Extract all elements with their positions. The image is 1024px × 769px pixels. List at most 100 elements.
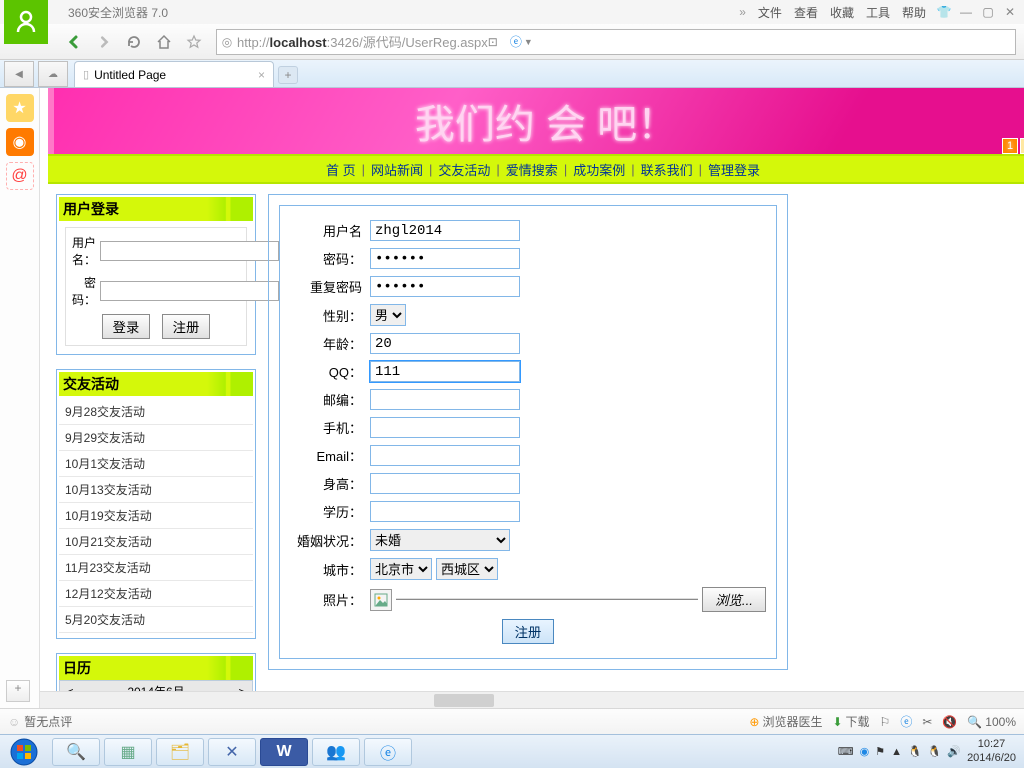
- input-zip[interactable]: [370, 389, 520, 410]
- menu-more-icon[interactable]: »: [739, 5, 746, 19]
- minimize-icon[interactable]: —: [956, 3, 976, 21]
- home-button[interactable]: [150, 28, 178, 56]
- status-zoom[interactable]: 🔍100%: [967, 715, 1016, 729]
- calendar-title: 日历: [59, 656, 253, 680]
- activity-item[interactable]: 10月13交友活动: [59, 477, 253, 503]
- lbl-username: 用户名: [290, 221, 362, 240]
- lbl-marital: 婚姻状况：: [290, 531, 362, 550]
- nav-home[interactable]: 首 页: [326, 160, 356, 179]
- status-doctor[interactable]: ⊕浏览器医生: [749, 713, 822, 730]
- menu-favorites[interactable]: 收藏: [830, 4, 854, 21]
- login-title: 用户登录: [59, 197, 253, 221]
- back-button[interactable]: [60, 28, 88, 56]
- banner-page-2[interactable]: 2: [1020, 138, 1024, 154]
- upload-bar: [396, 598, 698, 601]
- forward-button[interactable]: [90, 28, 118, 56]
- rail-add-icon[interactable]: +: [6, 680, 30, 702]
- menu-file[interactable]: 文件: [758, 4, 782, 21]
- input-age[interactable]: [370, 333, 520, 354]
- tray-shield-icon[interactable]: ◉: [860, 745, 870, 758]
- input-phone[interactable]: [370, 417, 520, 438]
- browse-button[interactable]: 浏览...: [702, 587, 766, 612]
- activity-item[interactable]: 12月12交友活动: [59, 581, 253, 607]
- tray-keyboard-icon[interactable]: ⌨: [838, 745, 854, 758]
- select-gender[interactable]: 男: [370, 304, 406, 326]
- menu-tools[interactable]: 工具: [866, 4, 890, 21]
- activity-item[interactable]: 10月21交友活动: [59, 529, 253, 555]
- rail-weibo-icon[interactable]: ◉: [6, 128, 34, 156]
- input-qq[interactable]: [370, 361, 520, 382]
- tab-cloud-icon[interactable]: ☁: [38, 61, 68, 87]
- nav-activities[interactable]: 交友活动: [438, 160, 490, 179]
- tray-flag-icon[interactable]: ⚑: [875, 745, 885, 758]
- input-height[interactable]: [370, 473, 520, 494]
- menu-help[interactable]: 帮助: [902, 4, 926, 21]
- tab-back-icon[interactable]: ◀: [4, 61, 34, 87]
- rail-star-icon[interactable]: ★: [6, 94, 34, 122]
- tray-chevron-icon[interactable]: ▲: [891, 746, 902, 758]
- lbl-phone: 手机：: [290, 418, 362, 437]
- translate-icon[interactable]: ⊡: [488, 35, 498, 49]
- status-ie-icon[interactable]: ⓔ: [900, 713, 912, 730]
- nav-cases[interactable]: 成功案例: [573, 160, 625, 179]
- activity-item[interactable]: 9月29交友活动: [59, 425, 253, 451]
- rail-at-icon[interactable]: @: [6, 162, 34, 190]
- activity-item[interactable]: 11月23交友活动: [59, 555, 253, 581]
- select-marital[interactable]: 未婚: [370, 529, 510, 551]
- activity-item[interactable]: 10月1交友活动: [59, 451, 253, 477]
- taskbar-app-3[interactable]: 👥: [312, 738, 360, 766]
- taskbar-ie[interactable]: ⓔ: [364, 738, 412, 766]
- refresh-button[interactable]: [120, 28, 148, 56]
- activity-item[interactable]: 9月28交友活动: [59, 399, 253, 425]
- clock[interactable]: 10:27 2014/6/20: [967, 738, 1016, 764]
- nav-admin[interactable]: 管理登录: [708, 160, 760, 179]
- input-password[interactable]: [370, 248, 520, 269]
- horizontal-scrollbar[interactable]: [40, 691, 1024, 708]
- skin-icon[interactable]: 👕: [934, 3, 954, 21]
- taskbar-app-2[interactable]: ✕: [208, 738, 256, 766]
- tab-close-icon[interactable]: ×: [258, 68, 265, 82]
- taskbar-word[interactable]: W: [260, 738, 308, 766]
- nav-contact[interactable]: 联系我们: [641, 160, 693, 179]
- input-username[interactable]: [370, 220, 520, 241]
- status-scissor-icon[interactable]: ✂: [922, 715, 932, 729]
- submit-button[interactable]: 注册: [502, 619, 555, 644]
- star-button[interactable]: [180, 28, 208, 56]
- lbl-qq: QQ：: [290, 362, 362, 381]
- taskbar-app-1[interactable]: ▦: [104, 738, 152, 766]
- ie-mode-icon[interactable]: ⓔ: [510, 33, 522, 50]
- nav-search[interactable]: 爱情搜索: [506, 160, 558, 179]
- select-city-1[interactable]: 北京市: [370, 558, 432, 580]
- main-nav: 首 页| 网站新闻| 交友活动| 爱情搜索| 成功案例| 联系我们| 管理登录: [48, 154, 1024, 184]
- status-sound-icon[interactable]: 🔇: [942, 715, 957, 729]
- dropdown-icon[interactable]: ▼: [524, 37, 533, 47]
- login-register-button[interactable]: 注册: [162, 314, 211, 339]
- select-city-2[interactable]: 西城区: [436, 558, 498, 580]
- menu-view[interactable]: 查看: [794, 4, 818, 21]
- new-tab-button[interactable]: +: [278, 66, 298, 84]
- tab-active[interactable]: ▯ Untitled Page ×: [74, 61, 274, 87]
- status-download[interactable]: ⬇下载: [832, 713, 869, 730]
- input-email[interactable]: [370, 445, 520, 466]
- taskbar-explorer[interactable]: 🗂: [156, 738, 204, 766]
- input-edu[interactable]: [370, 501, 520, 522]
- status-flag-icon[interactable]: ⚐: [880, 715, 891, 729]
- status-left-text: 暂无点评: [24, 713, 72, 730]
- start-button[interactable]: [0, 735, 48, 769]
- activity-item[interactable]: 5月20交友活动: [59, 607, 253, 633]
- login-username-input[interactable]: [100, 241, 279, 261]
- close-icon[interactable]: ✕: [1000, 3, 1020, 21]
- input-confirm[interactable]: [370, 276, 520, 297]
- login-user-label: 用户名：: [72, 234, 96, 268]
- tray-qq-2-icon[interactable]: 🐧: [928, 745, 942, 758]
- maximize-icon[interactable]: ▢: [978, 3, 998, 21]
- address-bar[interactable]: ◎ http://localhost:3426/源代码/UserReg.aspx…: [216, 29, 1016, 55]
- tray-qq-1-icon[interactable]: 🐧: [908, 745, 922, 758]
- login-password-input[interactable]: [100, 281, 279, 301]
- nav-news[interactable]: 网站新闻: [371, 160, 423, 179]
- taskbar-search[interactable]: 🔍: [52, 738, 100, 766]
- banner-page-1[interactable]: 1: [1002, 138, 1018, 154]
- activity-item[interactable]: 10月19交友活动: [59, 503, 253, 529]
- tray-sound-icon[interactable]: 🔊: [947, 745, 961, 758]
- login-button[interactable]: 登录: [102, 314, 151, 339]
